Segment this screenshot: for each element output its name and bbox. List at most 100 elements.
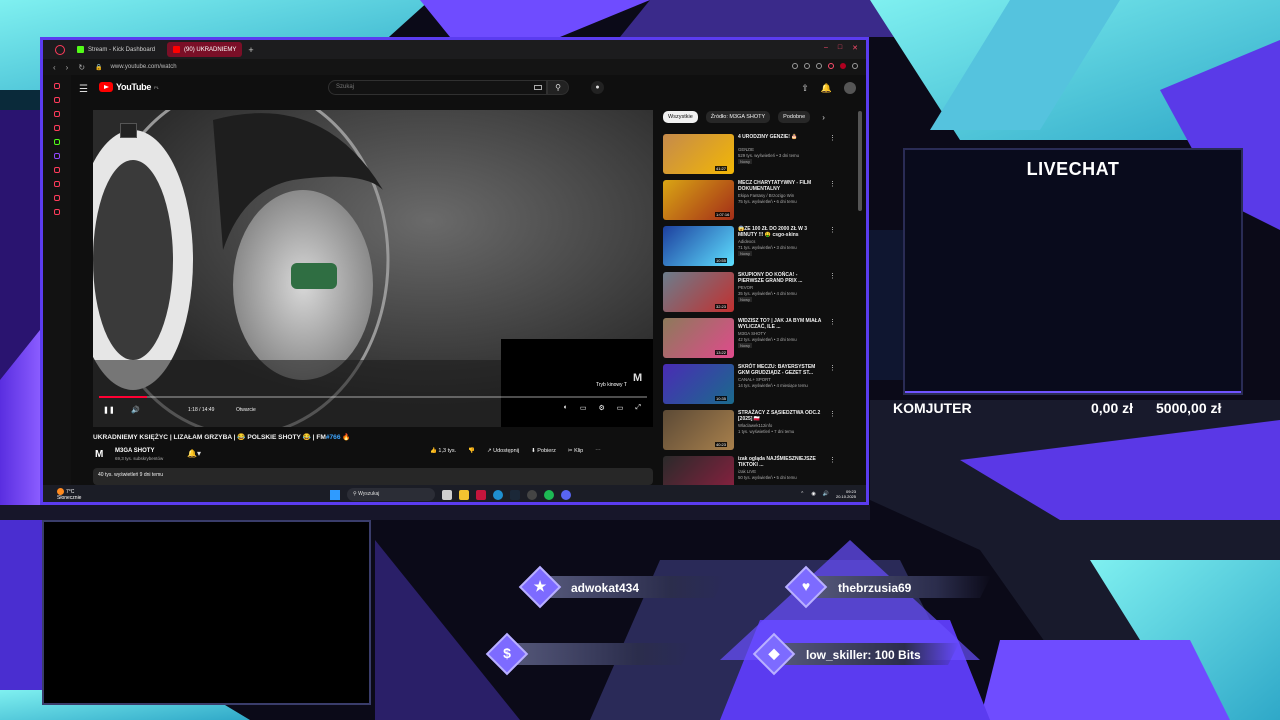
file-explorer-icon[interactable]	[459, 489, 469, 500]
like-button[interactable]: 👍 1,3 tys.	[430, 448, 456, 454]
sidebar-app-icon[interactable]	[54, 181, 60, 187]
more-options-icon[interactable]: ⋮	[829, 226, 836, 234]
video-title[interactable]: 4 URODZINY GENZIE! 🎂	[738, 134, 824, 140]
volume-icon[interactable]: 🔊	[131, 406, 140, 414]
sidebar-home-icon[interactable]	[54, 83, 60, 89]
profile-icon[interactable]	[852, 63, 858, 69]
video-title[interactable]: SKRÓT MECZU: BAYERSYSTEM GKM GRUDZIĄDZ -…	[738, 364, 824, 376]
chevron-right-icon[interactable]: ›	[822, 113, 825, 122]
channel-name[interactable]: izak LIVE	[738, 469, 756, 474]
scrollbar[interactable]	[858, 111, 862, 211]
download-button[interactable]: ⬇ Pobierz	[531, 448, 556, 454]
bookmark-icon[interactable]	[792, 63, 798, 69]
chapter-label[interactable]: Otwarcie	[236, 407, 256, 413]
tray-chevron-icon[interactable]: ⌃	[800, 491, 804, 497]
settings-icon[interactable]: ⚙	[598, 404, 604, 412]
more-options-icon[interactable]: ⋮	[829, 318, 836, 326]
close-icon[interactable]: ✕	[852, 44, 858, 52]
channel-name[interactable]: CANAL+ SPORT	[738, 377, 771, 382]
extension-icon[interactable]	[840, 63, 846, 69]
app-icon[interactable]	[527, 489, 537, 500]
extension-icon[interactable]	[816, 63, 822, 69]
volume-tray-icon[interactable]: 🔊	[823, 491, 829, 497]
more-options-icon[interactable]: ⋮	[829, 180, 836, 188]
extension-icon[interactable]	[804, 63, 810, 69]
progress-bar[interactable]	[99, 396, 647, 398]
channel-name[interactable]: M3GA SHOTY	[738, 331, 766, 336]
opera-gx-icon[interactable]	[476, 489, 486, 500]
video-title[interactable]: 😱ZE 100 ZŁ DO 2000 ZŁ W 3 MINUTY !!! 🤑 c…	[738, 226, 824, 238]
clock[interactable]: 09:23 20.10.2025	[836, 489, 856, 499]
youtube-logo[interactable]: YouTube PL	[99, 82, 159, 92]
list-item[interactable]: 40:23 STRAŻACY Z SĄSIEDZTWA ODC.2 [2025] …	[663, 410, 843, 456]
list-item[interactable]: 13:22 WIDZISZ TO? | JAK JA BYM MIAŁA WYLI…	[663, 318, 843, 364]
notifications-icon[interactable]: 🔔	[821, 83, 832, 94]
share-button[interactable]: ↗ Udostępnij	[487, 448, 519, 454]
menu-icon[interactable]: ☰	[79, 84, 88, 95]
video-title[interactable]: SKUPIONY DO KOŃCA! - PIERWSZE GRAND PRIX…	[738, 272, 824, 284]
more-options-icon[interactable]: ⋮	[829, 364, 836, 372]
channel-avatar[interactable]: M	[95, 449, 103, 460]
autoplay-toggle[interactable]: ◐	[564, 404, 568, 412]
video-title[interactable]: STRAŻACY Z SĄSIEDZTWA ODC.2 [2025] 🇵🇱	[738, 410, 824, 422]
chip-all[interactable]: Wszystkie	[663, 111, 698, 123]
description-box[interactable]: 40 tys. wyświetleń 9 dni temu	[93, 468, 653, 485]
sidebar-history-icon[interactable]	[54, 97, 60, 103]
fullscreen-icon[interactable]: ⤢	[635, 404, 641, 412]
more-actions-icon[interactable]: ⋯	[595, 448, 601, 454]
clip-button[interactable]: ✂ Klip	[568, 448, 583, 454]
network-icon[interactable]: ◉	[811, 491, 815, 497]
list-item[interactable]: 41:27 4 URODZINY GENZIE! 🎂 GENZIE 529 tys. …	[663, 134, 843, 180]
channel-name[interactable]: GENZIE	[738, 147, 754, 152]
subtitles-icon[interactable]: ▭	[580, 404, 587, 412]
video-title[interactable]: WIDZISZ TO? | JAK JA BYM MIAŁA WYLICZAĆ,…	[738, 318, 824, 330]
tab-kick-dashboard[interactable]: Stream - Kick Dashboard	[71, 42, 161, 57]
channel-name[interactable]: M3GA SHOTY	[115, 448, 154, 454]
voice-search-button[interactable]: ●	[591, 81, 604, 94]
channel-name[interactable]: PEVOR	[738, 285, 753, 290]
video-title[interactable]: izak ogląda NAJŚMIESZNIEJSZE TIKTOKI ...	[738, 456, 824, 468]
keyboard-icon[interactable]	[534, 85, 542, 90]
edge-icon[interactable]	[493, 489, 503, 500]
video-player[interactable]: Tryb kinowy T M ❚❚ 🔊 1:18 / 14:49 Otwarc…	[93, 110, 653, 427]
chip-source[interactable]: Źródło: M3GA SHOTY	[705, 111, 771, 123]
dislike-button[interactable]: 👎	[468, 448, 475, 454]
task-view-icon[interactable]	[442, 489, 452, 500]
search-input[interactable]: Szukaj	[328, 80, 547, 95]
discord-icon[interactable]	[561, 489, 571, 500]
list-item[interactable]: 1:07:16 MECZ CHARYTATYWNY - FILM DOKUMENT…	[663, 180, 843, 226]
channel-name[interactable]: Adidexcs	[738, 239, 755, 244]
list-item[interactable]: 10:55 😱ZE 100 ZŁ DO 2000 ZŁ W 3 MINUTY !!…	[663, 226, 843, 272]
theater-mode-icon[interactable]: ▭	[617, 404, 624, 412]
more-options-icon[interactable]: ⋮	[829, 410, 836, 418]
sidebar-bookmarks-icon[interactable]	[54, 111, 60, 117]
tab-youtube-video[interactable]: (90) UKRADNIEMY	[167, 42, 243, 57]
weather-widget[interactable]: 7°C Słonecznie	[57, 488, 81, 501]
pause-icon[interactable]: ❚❚	[103, 406, 115, 414]
sidebar-kick-icon[interactable]	[54, 139, 60, 145]
avatar[interactable]	[844, 82, 856, 94]
list-item[interactable]: 10:35 SKRÓT MECZU: BAYERSYSTEM GKM GRUDZI…	[663, 364, 843, 410]
more-options-icon[interactable]: ⋮	[829, 134, 836, 142]
create-icon[interactable]: ⇧	[801, 83, 809, 94]
heart-icon[interactable]	[828, 63, 834, 69]
channel-name[interactable]: Ekipa Fantasy / Brzozigo Win	[738, 193, 794, 198]
spotify-icon[interactable]	[544, 489, 554, 500]
bell-icon[interactable]: 🔔▾	[187, 449, 201, 458]
sidebar-settings-icon[interactable]	[54, 209, 60, 215]
forward-icon[interactable]: ›	[66, 63, 69, 72]
browser-menu-icon[interactable]	[55, 44, 65, 55]
back-icon[interactable]: ‹	[53, 63, 56, 72]
channel-name[interactable]: Wlaclawek112info	[738, 423, 772, 428]
video-title[interactable]: MECZ CHARYTATYWNY - FILM DOKUMENTALNY	[738, 180, 824, 192]
chip-similar[interactable]: Podobne	[778, 111, 811, 123]
minimize-icon[interactable]: –	[824, 44, 828, 52]
taskbar-search[interactable]: ⚲ Wyszukaj	[347, 488, 435, 501]
more-options-icon[interactable]: ⋮	[829, 272, 836, 280]
new-tab-icon[interactable]: +	[248, 45, 253, 55]
reload-icon[interactable]: ↻	[78, 63, 85, 72]
url-field[interactable]: www.youtube.com/watch	[111, 64, 177, 70]
sidebar-twitch-icon[interactable]	[54, 153, 60, 159]
more-options-icon[interactable]: ⋮	[829, 456, 836, 464]
maximize-icon[interactable]: □	[838, 44, 842, 52]
